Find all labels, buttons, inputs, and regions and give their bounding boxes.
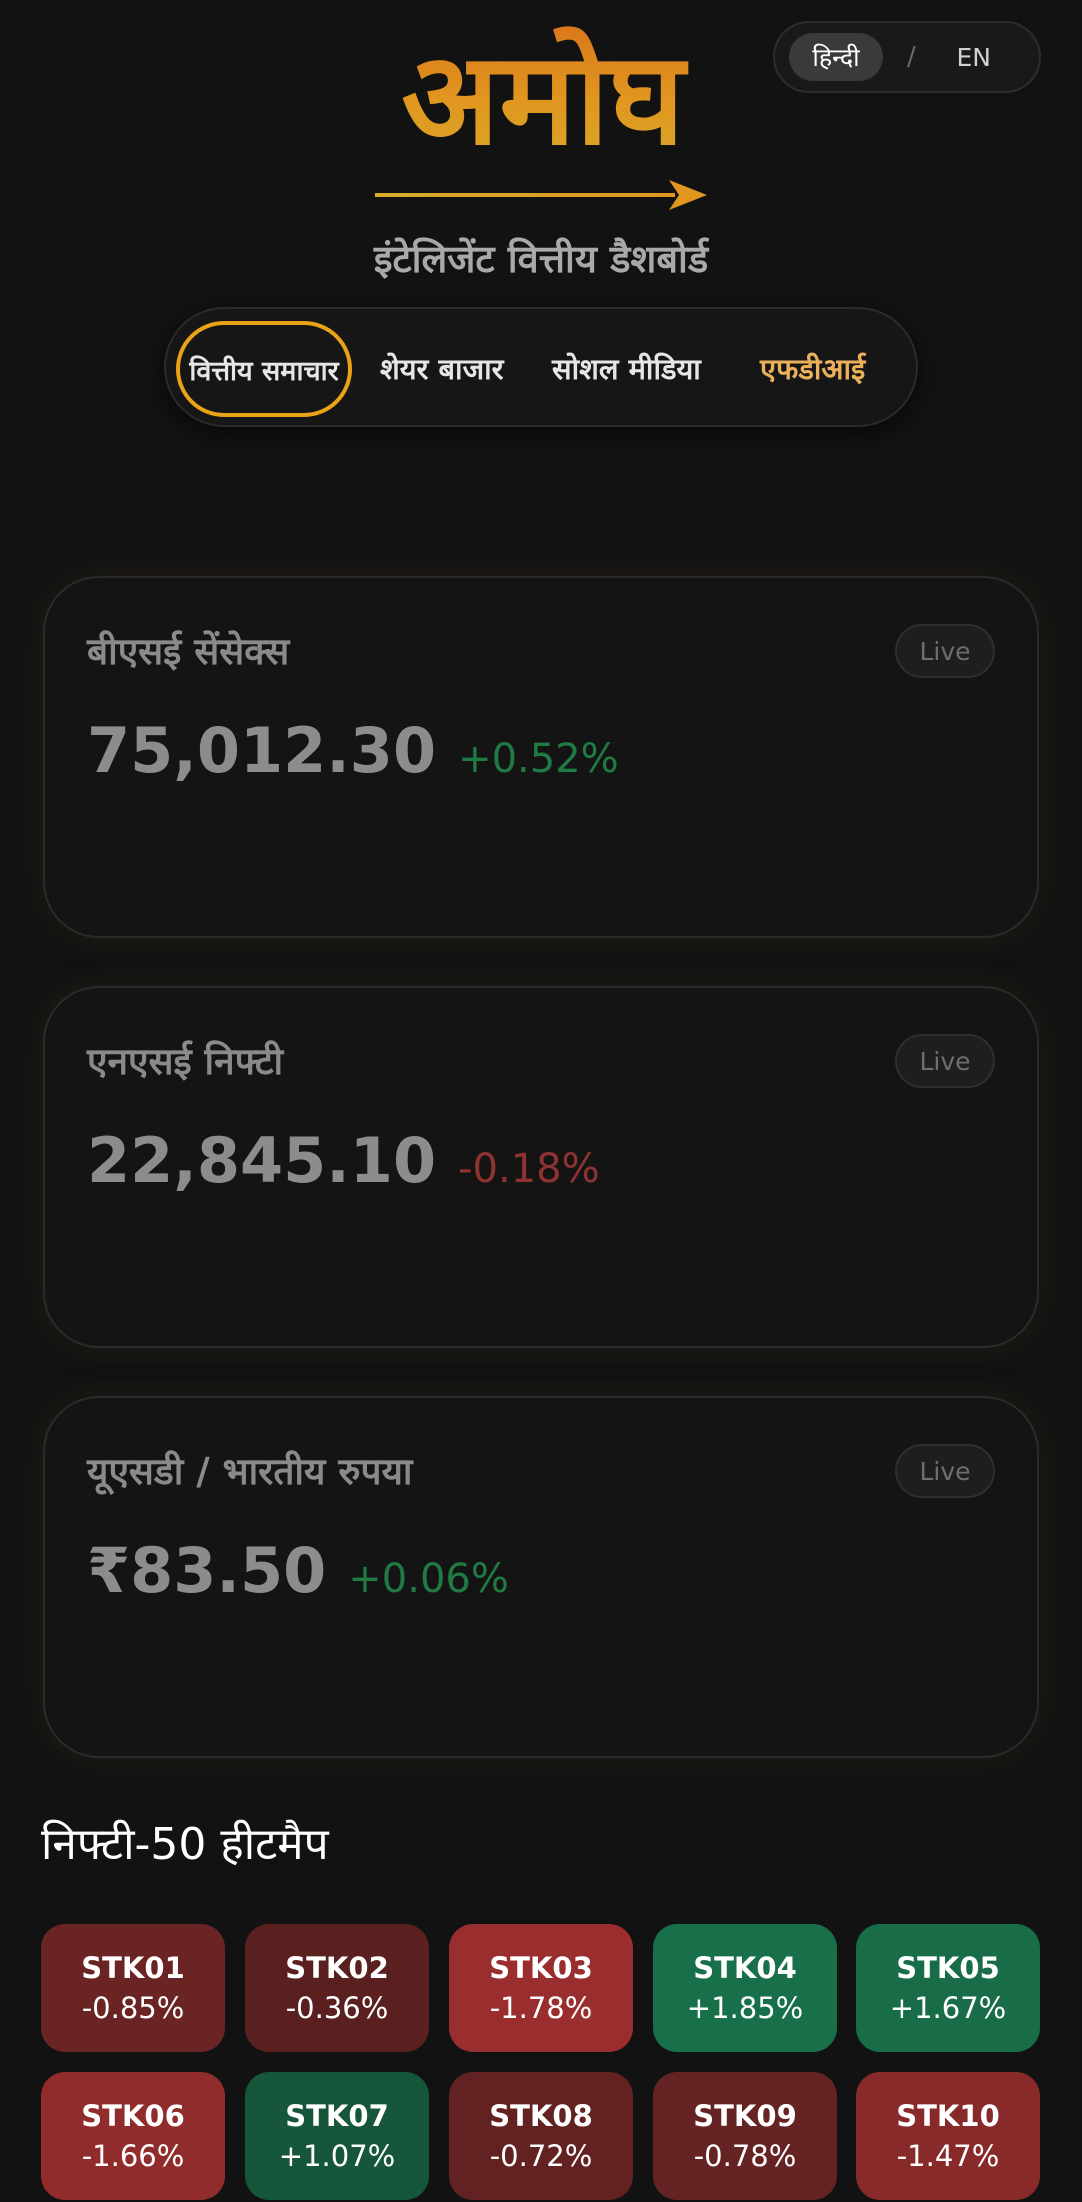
page-subtitle: इंटेलिजेंट वित्तीय डैशबोर्ड	[373, 237, 709, 281]
market-card-sensex[interactable]: बीएसई सेंसेक्स Live 75,012.30 +0.52%	[43, 576, 1039, 938]
live-badge: Live	[895, 1034, 995, 1088]
tile-change: -0.85%	[81, 1991, 185, 2025]
heatmap-tile[interactable]: STK10 -1.47%	[856, 2072, 1040, 2200]
heatmap-tile[interactable]: STK08 -0.72%	[449, 2072, 633, 2200]
brand-logo: अमोघ	[365, 14, 715, 210]
arrow-icon	[375, 180, 707, 210]
heatmap-tile[interactable]: STK04 +1.85%	[653, 1924, 837, 2052]
tab-stock-market[interactable]: शेयर बाजार	[380, 349, 503, 388]
market-card-usd-inr[interactable]: यूएसडी / भारतीय रुपया Live ₹83.50 +0.06%	[43, 1396, 1039, 1758]
tab-fdi[interactable]: एफडीआई	[760, 349, 865, 388]
tile-symbol: STK05	[896, 1951, 1000, 1985]
card-value-row: ₹83.50 +0.06%	[87, 1534, 509, 1607]
tile-symbol: STK06	[81, 2099, 185, 2133]
heatmap-title: निफ्टी-50 हीटमैप	[41, 1819, 329, 1870]
currency-value: ₹83.50	[87, 1534, 327, 1607]
tile-symbol: STK02	[285, 1951, 389, 1985]
index-change: -0.18%	[458, 1146, 600, 1192]
tile-symbol: STK09	[693, 2099, 797, 2133]
card-value-row: 22,845.10 -0.18%	[87, 1124, 600, 1197]
heatmap-tile[interactable]: STK09 -0.78%	[653, 2072, 837, 2200]
dashboard-page: हिन्दी / EN अमोघ इंटेलिजेंट वित्तीय डैशब…	[0, 0, 1082, 2202]
tile-change: -1.47%	[896, 2139, 1000, 2173]
tile-change: +1.67%	[889, 1991, 1007, 2025]
card-title: एनएसई निफ्टी	[87, 1040, 284, 1083]
live-badge: Live	[895, 624, 995, 678]
tile-symbol: STK10	[896, 2099, 1000, 2133]
heatmap-tile[interactable]: STK05 +1.67%	[856, 1924, 1040, 2052]
tile-symbol: STK08	[489, 2099, 593, 2133]
heatmap-tile[interactable]: STK03 -1.78%	[449, 1924, 633, 2052]
language-toggle[interactable]: हिन्दी / EN	[773, 21, 1041, 93]
card-title: यूएसडी / भारतीय रुपया	[87, 1450, 413, 1493]
index-value: 22,845.10	[87, 1124, 437, 1197]
tile-change: -0.36%	[285, 1991, 389, 2025]
index-change: +0.52%	[458, 736, 619, 782]
lang-option-english[interactable]: EN	[944, 33, 1004, 81]
tile-change: +1.07%	[278, 2139, 396, 2173]
market-card-nifty[interactable]: एनएसई निफ्टी Live 22,845.10 -0.18%	[43, 986, 1039, 1348]
card-title: बीएसई सेंसेक्स	[87, 630, 290, 673]
card-value-row: 75,012.30 +0.52%	[87, 714, 619, 787]
tile-change: -1.66%	[81, 2139, 185, 2173]
heatmap-tile[interactable]: STK06 -1.66%	[41, 2072, 225, 2200]
tile-change: +1.85%	[686, 1991, 804, 2025]
tab-financial-news[interactable]: वित्तीय समाचार	[176, 321, 352, 417]
tile-symbol: STK01	[81, 1951, 185, 1985]
heatmap-tile[interactable]: STK02 -0.36%	[245, 1924, 429, 2052]
tile-symbol: STK07	[285, 2099, 389, 2133]
tab-social-media[interactable]: सोशल मीडिया	[552, 349, 701, 388]
live-badge: Live	[895, 1444, 995, 1498]
heatmap-tile[interactable]: STK07 +1.07%	[245, 2072, 429, 2200]
logo-wordmark: अमोघ	[373, 14, 713, 184]
index-value: 75,012.30	[87, 714, 437, 787]
tile-change: -1.78%	[489, 1991, 593, 2025]
lang-option-hindi[interactable]: हिन्दी	[789, 33, 883, 81]
heatmap-tile[interactable]: STK01 -0.85%	[41, 1924, 225, 2052]
currency-change: +0.06%	[348, 1556, 509, 1602]
lang-separator: /	[907, 42, 916, 72]
main-nav: वित्तीय समाचार शेयर बाजार सोशल मीडिया एफ…	[164, 307, 918, 427]
tile-symbol: STK03	[489, 1951, 593, 1985]
tile-change: -0.78%	[693, 2139, 797, 2173]
tile-change: -0.72%	[489, 2139, 593, 2173]
tile-symbol: STK04	[693, 1951, 797, 1985]
